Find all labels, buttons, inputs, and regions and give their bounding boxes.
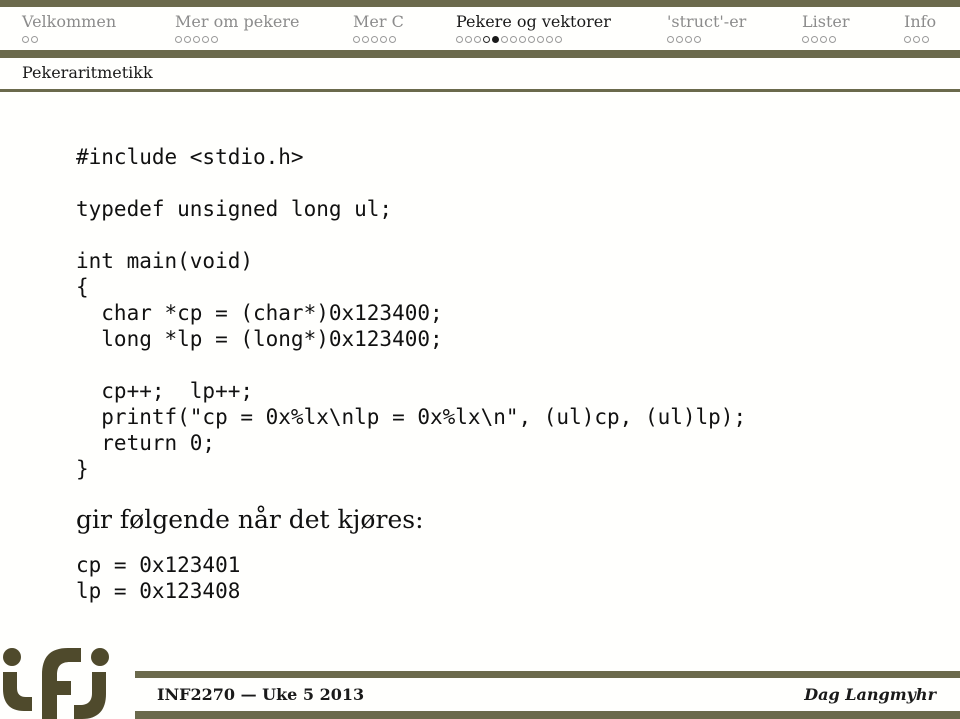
slide-dots — [667, 34, 746, 44]
slide-dots — [353, 34, 404, 44]
footer-author: Dag Langmyhr — [804, 685, 936, 704]
slide-dot[interactable] — [820, 35, 827, 43]
slide-dot[interactable] — [510, 35, 517, 43]
frame-title: Pekeraritmetikk — [22, 63, 153, 82]
nav-section-mer-c[interactable]: Mer C — [353, 12, 404, 44]
nav-section-velkommen[interactable]: Velkommen — [22, 12, 116, 44]
ifi-logo-icon — [3, 648, 109, 719]
slide-dot[interactable] — [184, 35, 191, 43]
slide-dot[interactable] — [501, 35, 508, 43]
footer-top-bar — [135, 671, 960, 678]
slide-dot[interactable] — [922, 35, 929, 43]
slide-dots — [456, 34, 611, 44]
section-navigation: Velkommen Mer om pekere Mer C Pekere og … — [0, 7, 960, 50]
nav-section-lister[interactable]: Lister — [802, 12, 850, 44]
slide-dots — [175, 34, 299, 44]
nav-section-pekere-og-vektorer[interactable]: Pekere og vektorer — [456, 12, 611, 44]
code-line: return 0; — [76, 431, 216, 455]
slide-dot[interactable] — [519, 35, 526, 43]
code-line: typedef unsigned long ul; — [76, 197, 393, 221]
slide-dot[interactable] — [685, 35, 692, 43]
output-line: lp = 0x123408 — [76, 579, 241, 603]
code-line: cp++; lp++; — [76, 379, 254, 403]
slide-dot[interactable] — [22, 35, 29, 43]
slide-dot[interactable] — [802, 35, 809, 43]
slide-dots — [904, 34, 936, 44]
code-line: int main(void) — [76, 249, 254, 273]
slide-dot[interactable] — [175, 35, 182, 43]
slide-dot[interactable] — [474, 35, 481, 43]
slide-dot[interactable] — [353, 35, 360, 43]
nav-section-label[interactable]: Mer C — [353, 12, 404, 32]
slide-dot[interactable] — [676, 35, 683, 43]
slide-dot[interactable] — [202, 35, 209, 43]
nav-section-label[interactable]: Pekere og vektorer — [456, 12, 611, 32]
code-line: { — [76, 275, 89, 299]
slide-dot[interactable] — [904, 35, 911, 43]
nav-section-label[interactable]: Velkommen — [22, 12, 116, 32]
code-block: #include <stdio.h> typedef unsigned long … — [76, 144, 746, 482]
nav-section-label[interactable]: 'struct'-er — [667, 12, 746, 32]
nav-section-label[interactable]: Info — [904, 12, 936, 32]
slide-dot[interactable] — [537, 35, 544, 43]
nav-section-struct-er[interactable]: 'struct'-er — [667, 12, 746, 44]
footer-course-info: INF2270 — Uke 5 2013 — [157, 685, 365, 704]
slide-dot[interactable] — [694, 35, 701, 43]
slide-dot[interactable] — [811, 35, 818, 43]
slide-dot[interactable] — [371, 35, 378, 43]
slide-dot[interactable] — [667, 35, 674, 43]
slide-dot[interactable] — [211, 35, 218, 43]
output-intro-text: gir følgende når det kjøres: — [76, 505, 424, 534]
nav-section-mer-om-pekere[interactable]: Mer om pekere — [175, 12, 299, 44]
slide-dot[interactable] — [913, 35, 920, 43]
slide-dot[interactable] — [389, 35, 396, 43]
slide-dot[interactable] — [456, 35, 463, 43]
nav-section-info[interactable]: Info — [904, 12, 936, 44]
output-line: cp = 0x123401 — [76, 553, 241, 577]
nav-section-label[interactable]: Mer om pekere — [175, 12, 299, 32]
slide-dot[interactable] — [528, 35, 535, 43]
slide-dot[interactable] — [380, 35, 387, 43]
program-output: cp = 0x123401 lp = 0x123408 — [76, 552, 240, 604]
code-line: } — [76, 457, 89, 481]
code-line: printf("cp = 0x%lx\nlp = 0x%lx\n", (ul)c… — [76, 405, 747, 429]
slide-dots — [802, 34, 850, 44]
slide-dot[interactable] — [193, 35, 200, 43]
code-line: char *cp = (char*)0x123400; — [76, 301, 443, 325]
slide-dots — [22, 34, 116, 44]
slide-dot[interactable] — [362, 35, 369, 43]
slide-dot[interactable] — [483, 35, 490, 43]
slide-dot[interactable] — [31, 35, 38, 43]
code-line: #include <stdio.h> — [76, 145, 304, 169]
footer-bottom-bar — [135, 711, 960, 719]
code-line: long *lp = (long*)0x123400; — [76, 327, 443, 351]
slide-dot[interactable] — [829, 35, 836, 43]
nav-section-label[interactable]: Lister — [802, 12, 850, 32]
header-top-bar — [0, 0, 960, 7]
current-slide-dot[interactable] — [492, 35, 499, 43]
slide-dot[interactable] — [555, 35, 562, 43]
title-underline-bar — [0, 89, 960, 92]
slide-dot[interactable] — [465, 35, 472, 43]
slide-dot[interactable] — [546, 35, 553, 43]
header-divider-bar — [0, 50, 960, 58]
